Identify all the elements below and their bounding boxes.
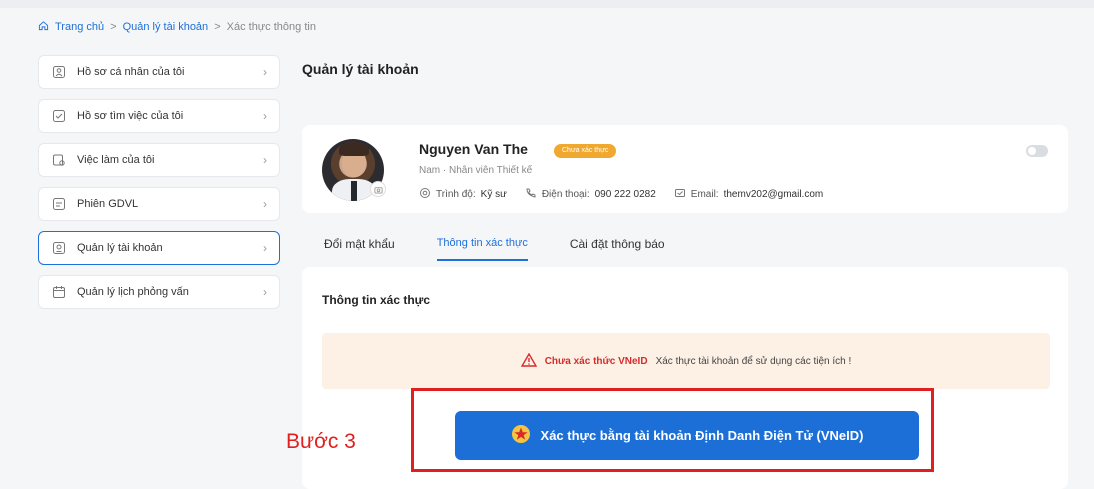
alert-strong: Chưa xác thức VNeID bbox=[544, 355, 648, 367]
job-icon bbox=[51, 152, 67, 168]
alert-text: Xác thực tài khoản để sử dụng các tiện í… bbox=[655, 355, 852, 367]
session-icon bbox=[51, 196, 67, 212]
tab-change-password[interactable]: Đổi mật khẩu bbox=[324, 237, 395, 261]
email-icon bbox=[674, 187, 686, 202]
level-label: Trình độ: bbox=[436, 189, 476, 200]
profile-info: Trình độ: Kỹ sư Điện thoại: 090 222 0282… bbox=[419, 187, 823, 202]
vneid-emblem-icon bbox=[511, 424, 531, 447]
sidebar-item-label: Phiên GDVL bbox=[77, 198, 139, 210]
sidebar-item-label: Quản lý lịch phỏng vấn bbox=[77, 286, 189, 298]
step-annotation: Bước 3 bbox=[286, 430, 356, 453]
chevron-right-icon: › bbox=[263, 241, 267, 255]
chevron-right-icon: › bbox=[263, 65, 267, 79]
breadcrumb-account[interactable]: Quản lý tài khoản bbox=[123, 21, 209, 33]
tab-notification-settings[interactable]: Cài đặt thông báo bbox=[570, 237, 665, 261]
calendar-icon bbox=[51, 284, 67, 300]
sidebar-item-label: Việc làm của tôi bbox=[77, 154, 155, 166]
breadcrumb-separator: > bbox=[214, 21, 221, 33]
sidebar-item-jobs[interactable]: Việc làm của tôi › bbox=[38, 143, 280, 177]
page-title: Quản lý tài khoản bbox=[302, 61, 419, 77]
sidebar-item-label: Hồ sơ cá nhân của tôi bbox=[77, 66, 185, 78]
chevron-right-icon: › bbox=[263, 197, 267, 211]
profile-name: Nguyen Van The bbox=[419, 141, 528, 157]
phone-label: Điện thoại: bbox=[541, 189, 590, 200]
sidebar-item-label: Quản lý tài khoản bbox=[77, 242, 163, 254]
chevron-right-icon: › bbox=[263, 285, 267, 299]
tab-verification-info[interactable]: Thông tin xác thực bbox=[436, 237, 528, 261]
sidebar-item-label: Hồ sơ tìm việc của tôi bbox=[77, 110, 184, 122]
sidebar-item-session[interactable]: Phiên GDVL › bbox=[38, 187, 280, 221]
resume-icon bbox=[51, 108, 67, 124]
breadcrumb-current: Xác thực thông tin bbox=[226, 21, 316, 33]
sidebar-item-profile[interactable]: Hồ sơ cá nhân của tôi › bbox=[38, 55, 280, 89]
email-value: themv202@gmail.com bbox=[723, 189, 824, 200]
visibility-toggle[interactable] bbox=[1026, 145, 1048, 157]
chevron-right-icon: › bbox=[263, 153, 267, 167]
chevron-right-icon: › bbox=[263, 109, 267, 123]
warning-alert: Chưa xác thức VNeID Xác thực tài khoản đ… bbox=[322, 333, 1050, 389]
tab-bar: Đổi mật khẩu Thông tin xác thực Cài đặt … bbox=[324, 237, 665, 261]
sidebar-item-interview-calendar[interactable]: Quản lý lịch phỏng vấn › bbox=[38, 275, 280, 309]
profile-subtitle: Nam · Nhân viên Thiết kế bbox=[419, 165, 533, 176]
top-bar bbox=[0, 0, 1094, 8]
email-label: Email: bbox=[690, 189, 719, 200]
sidebar-item-resume[interactable]: Hồ sơ tìm việc của tôi › bbox=[38, 99, 280, 133]
phone-value: 090 222 0282 bbox=[594, 189, 656, 200]
education-icon bbox=[419, 187, 431, 202]
status-badge: Chưa xác thực bbox=[554, 144, 617, 158]
phone-icon bbox=[525, 187, 537, 202]
sidebar: Hồ sơ cá nhân của tôi › Hồ sơ tìm việc c… bbox=[38, 55, 280, 319]
account-icon bbox=[51, 240, 67, 256]
panel-title: Thông tin xác thực bbox=[322, 293, 431, 307]
breadcrumb-separator: > bbox=[110, 21, 117, 33]
breadcrumb-home[interactable]: Trang chủ bbox=[55, 21, 104, 33]
vneid-verify-button[interactable]: Xác thực bằng tài khoản Định Danh Điện T… bbox=[455, 411, 919, 460]
camera-icon[interactable] bbox=[370, 181, 386, 197]
home-icon[interactable] bbox=[38, 20, 49, 34]
main-content: Quản lý tài khoản Nguyen Van The Chưa xá… bbox=[302, 55, 1068, 489]
warning-triangle-icon bbox=[520, 352, 537, 370]
vneid-button-label: Xác thực bằng tài khoản Định Danh Điện T… bbox=[540, 428, 864, 443]
sidebar-item-account[interactable]: Quản lý tài khoản › bbox=[38, 231, 280, 265]
person-card-icon bbox=[51, 64, 67, 80]
level-value: Kỹ sư bbox=[480, 189, 507, 200]
breadcrumb: Trang chủ > Quản lý tài khoản > Xác thực… bbox=[38, 20, 316, 34]
profile-card: Nguyen Van The Chưa xác thực Nam · Nhân … bbox=[302, 125, 1068, 213]
